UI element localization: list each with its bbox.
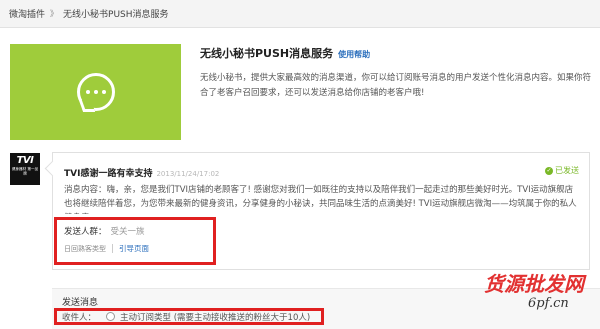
target-value: 受关一族 [110, 227, 145, 237]
shop-logo: TVI 健身器材 第一品牌 [10, 153, 40, 185]
help-link[interactable]: 使用帮助 [338, 49, 370, 60]
breadcrumb-parent-link[interactable]: 微淘插件 [9, 7, 45, 20]
breadcrumb-separator: 》 [50, 9, 59, 18]
message-status: ✓ 已发送 [545, 165, 579, 176]
service-icon-tile [10, 44, 181, 140]
message-body: 消息内容：嗨，亲，您是我们TVI店铺的老顾客了! 感谢您对我们一如既往的支持以及… [64, 185, 577, 214]
guide-page-link[interactable]: 引导页面 [119, 243, 149, 254]
recipient-highlight: 收件人： 主动订阅类型 (需要主动接收推送的粉丝大于10人) [54, 308, 324, 325]
shop-logo-text: TVI [16, 155, 34, 166]
target-label: 发送人群： [64, 227, 107, 237]
message-box: TVI感谢一路有幸支持 2013/11/24/17:02 ✓ 已发送 消息内容：… [44, 152, 590, 270]
message-card: TVI 健身器材 第一品牌 TVI感谢一路有幸支持 2013/11/24/17:… [10, 152, 590, 270]
shop-logo-subtext: 健身器材 第一品牌 [11, 166, 39, 176]
recipient-option-label[interactable]: 主动订阅类型 (需要主动接收推送的粉丝大于10人) [120, 311, 310, 323]
breadcrumb: 微淘插件 》 无线小秘书PUSH消息服务 [0, 0, 600, 28]
customer-type-label: 日回熟客类型 [64, 244, 106, 253]
watermark-logo: 货源批发网 [484, 272, 584, 296]
message-time: 2013/11/24/17:02 [156, 170, 220, 178]
watermark-url: 6pf.cn [528, 296, 569, 311]
service-title-row: 无线小秘书PUSH消息服务 使用帮助 [200, 45, 370, 61]
recipient-label: 收件人： [62, 312, 97, 323]
service-description: 无线小秘书，提供大家最高效的消息渠道，你可以给订阅账号消息的用户发送个性化消息内… [200, 73, 592, 98]
breadcrumb-current: 无线小秘书PUSH消息服务 [63, 10, 169, 20]
send-target-highlight: 发送人群： 受关一族 日回熟客类型 引导页面 [54, 217, 216, 265]
recipient-radio[interactable] [106, 312, 116, 321]
message-title: TVI感谢一路有幸支持 [64, 169, 153, 179]
check-circle-icon: ✓ [545, 166, 553, 175]
chat-bubble-icon [76, 73, 115, 112]
message-status-label: 已发送 [555, 166, 579, 175]
send-section-label: 发送消息 [62, 298, 99, 308]
service-title: 无线小秘书PUSH消息服务 [200, 47, 334, 60]
